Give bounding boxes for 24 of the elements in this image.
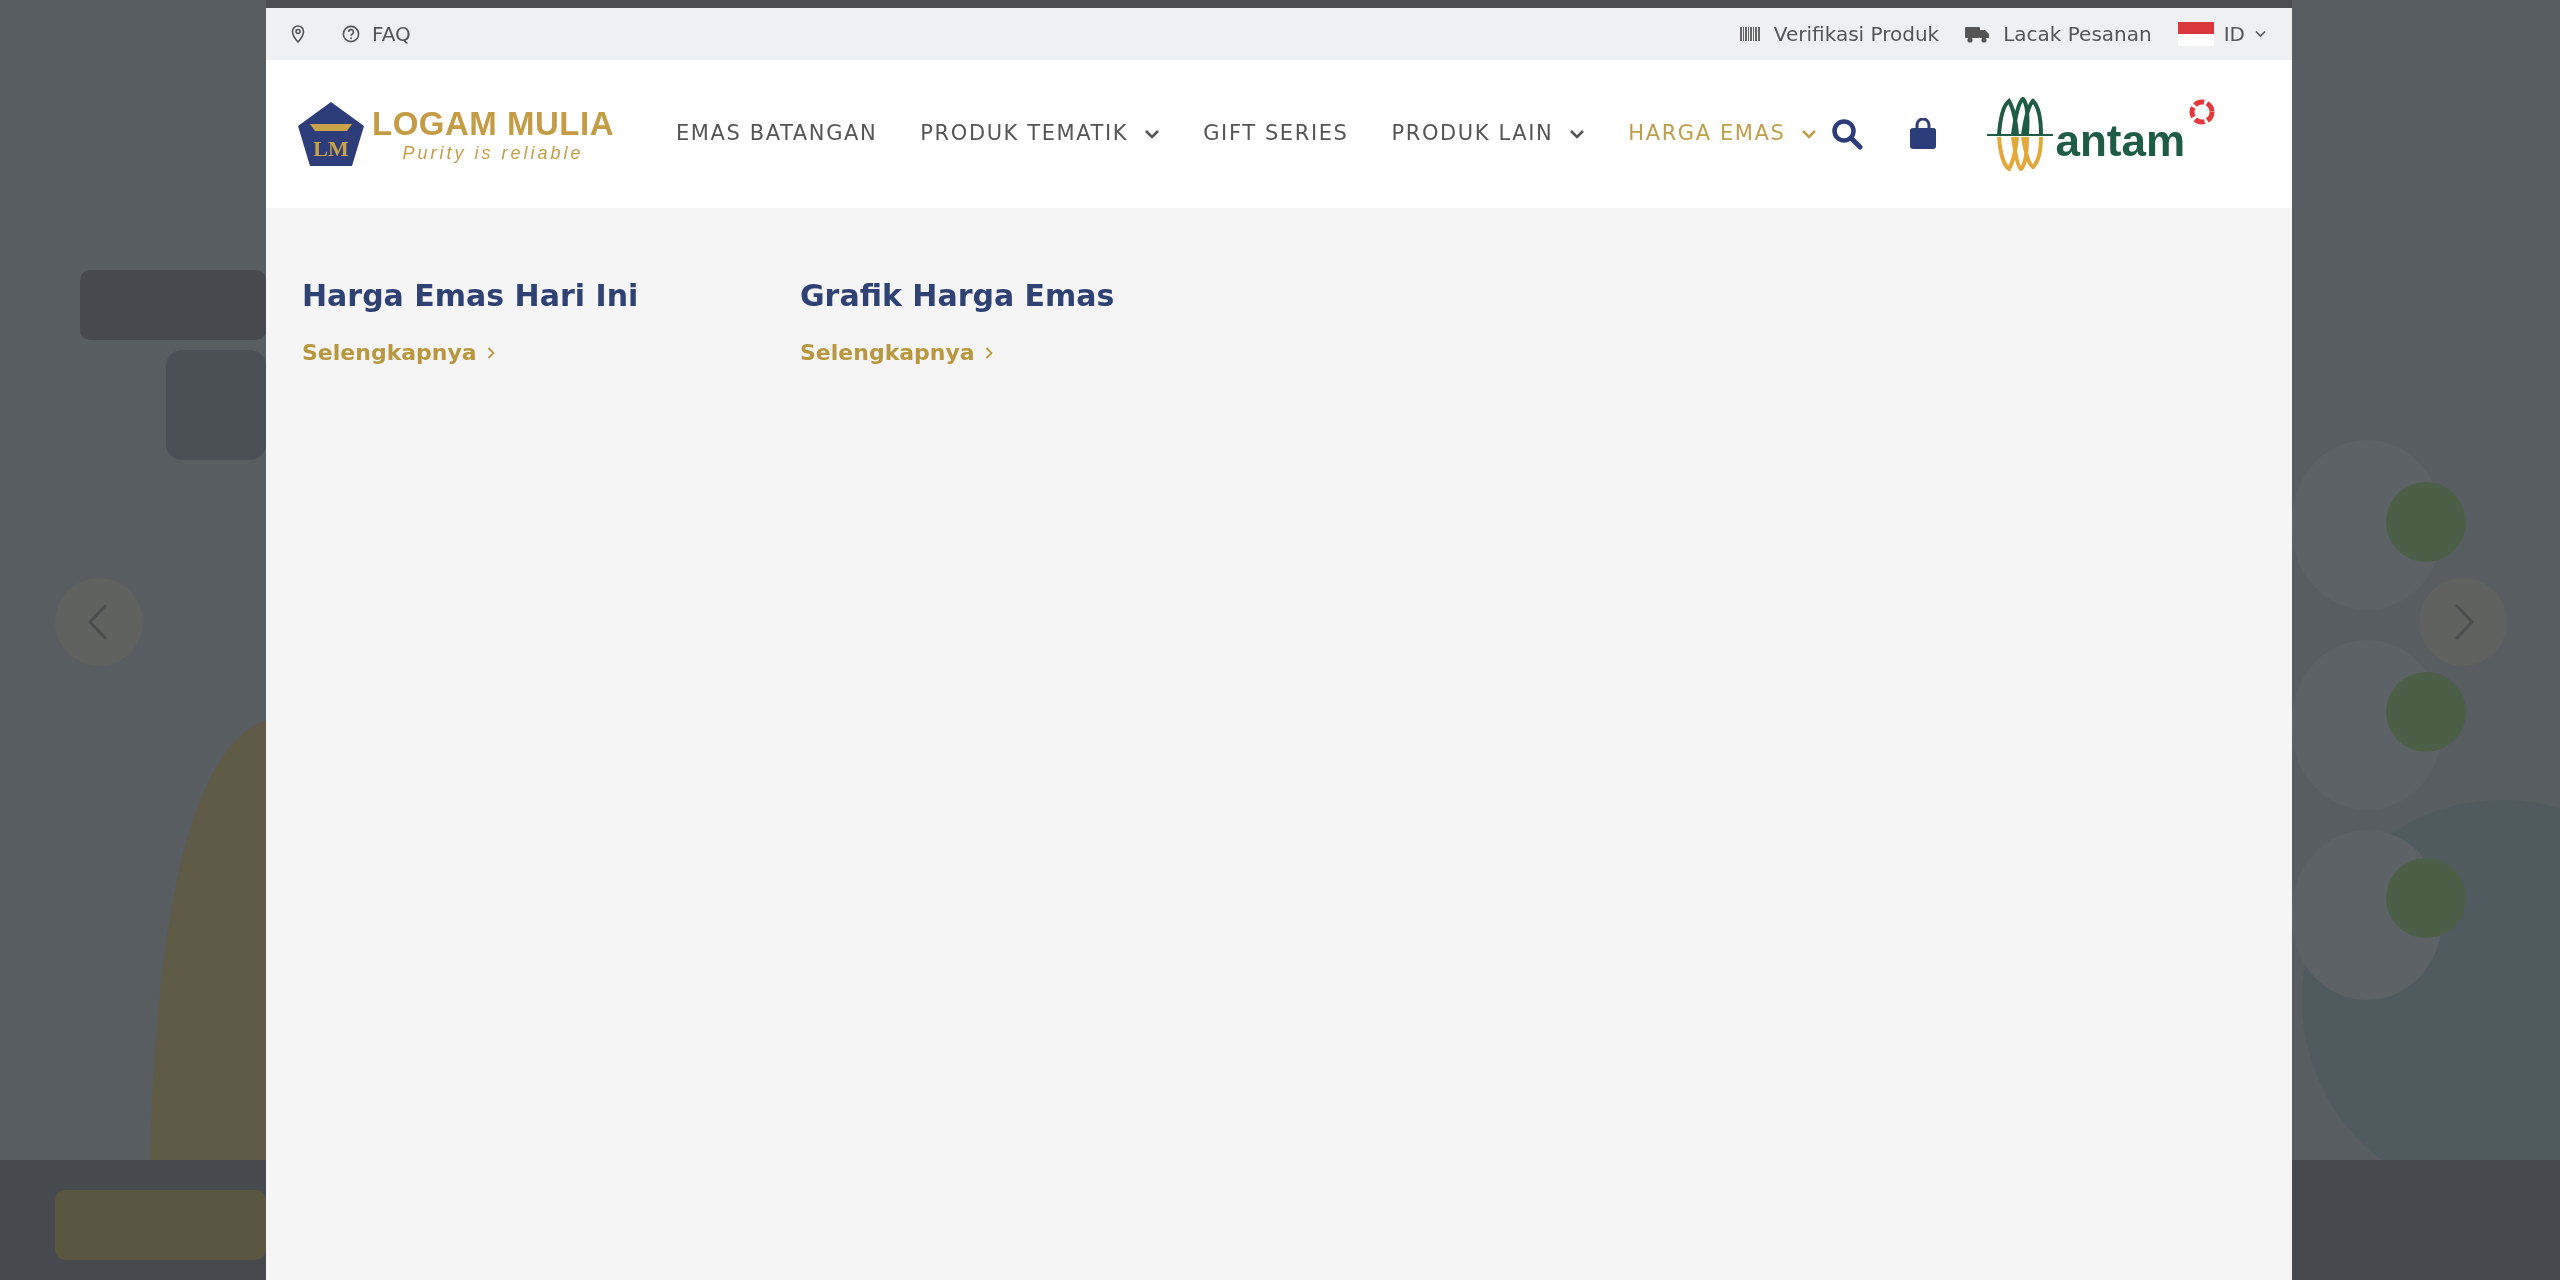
top-link[interactable]: Lacak Pesanan — [1965, 19, 2152, 49]
nav-link[interactable]: PRODUK LAIN — [1391, 118, 1586, 150]
logo[interactable]: LM LOGAM MULIA Purity is reliable — [296, 100, 614, 168]
language-selector[interactable]: ID — [2177, 19, 2266, 49]
chevron-right-icon — [486, 345, 495, 360]
menu-heading: Grafik Harga Emas — [800, 278, 1116, 314]
search-icon[interactable] — [1831, 118, 1864, 150]
barcode-icon — [1739, 25, 1760, 43]
top-link[interactable]: FAQ — [342, 19, 411, 49]
chevron-right-icon — [984, 345, 993, 360]
nav-link[interactable]: EMAS BATANGAN — [675, 118, 878, 150]
partner-logo[interactable]: antam — [1987, 97, 2218, 171]
menu-heading: Harga Emas Hari Ini — [302, 278, 640, 314]
nav-link[interactable]: PRODUK TEMATIK — [920, 118, 1161, 150]
top-link[interactable]: Verifikasi Produk — [1739, 19, 1940, 49]
location-pin-icon[interactable] — [290, 25, 306, 43]
flag-icon — [2177, 22, 2214, 46]
caret-icon — [2255, 30, 2266, 38]
nav-link[interactable]: GIFT SERIES — [1203, 118, 1349, 150]
shopping-bag-icon[interactable] — [1909, 118, 1938, 150]
logo-emblem-icon: LM — [296, 100, 366, 168]
leaf-emblem-icon — [1987, 97, 2054, 171]
help-icon — [342, 25, 360, 43]
truck-icon — [1965, 25, 1990, 43]
